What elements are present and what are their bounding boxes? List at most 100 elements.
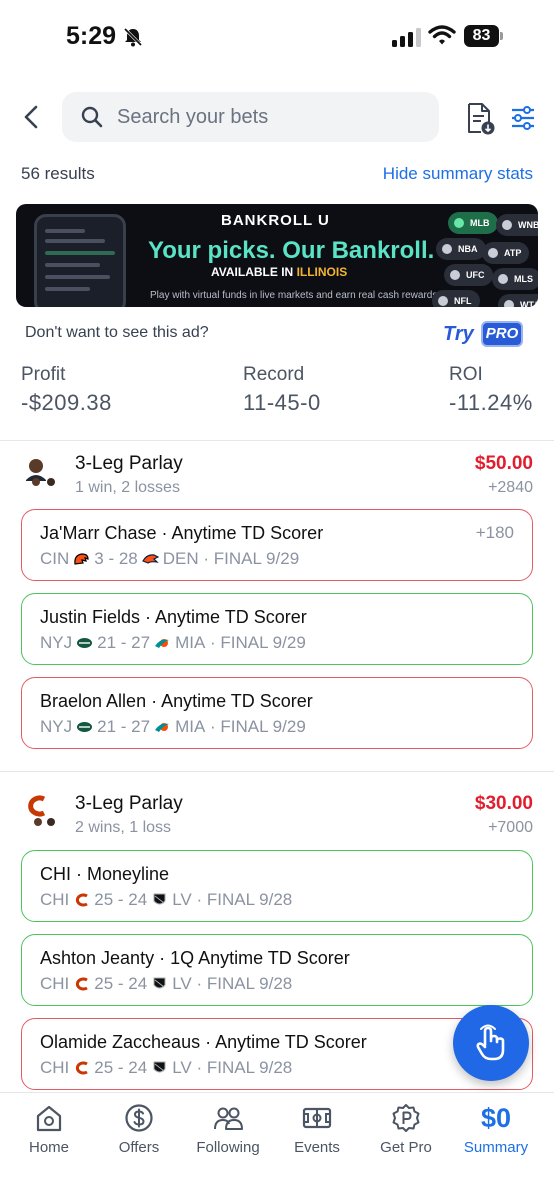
ad-chip-ufc: UFC xyxy=(444,264,493,286)
leg-game-line: CIN 3 - 28 DEN · FINAL 9/29 xyxy=(40,549,299,569)
battery-level: 83 xyxy=(464,25,499,47)
parlay-leg[interactable]: Justin Fields · Anytime TD Scorer NYJ 21… xyxy=(21,593,533,665)
parlay-leg[interactable]: Braelon Allen · Anytime TD Scorer NYJ 21… xyxy=(21,677,533,749)
status-bar: 5:29 83 xyxy=(0,0,554,76)
ad-brand: BANKROLL U xyxy=(221,212,330,229)
leg-odds: +180 xyxy=(475,523,514,542)
bears-logo-icon xyxy=(76,977,89,991)
ad-chip-wnba: WNBA xyxy=(496,214,538,236)
stat-profit-label: Profit xyxy=(21,364,66,385)
status-time: 5:29 xyxy=(66,22,117,50)
raiders-logo-icon xyxy=(153,1061,166,1073)
parlay-stake: $30.00 xyxy=(474,793,533,814)
leg-title: Olamide Zaccheaus · Anytime TD Scorer xyxy=(40,1032,367,1052)
parlay-odds: +2840 xyxy=(488,479,533,496)
player-avatars-icon xyxy=(26,459,55,486)
parlay-record: 1 win, 2 losses xyxy=(75,479,180,496)
filter-settings-icon[interactable] xyxy=(510,104,536,132)
tab-get-pro[interactable]: Get Pro xyxy=(361,1103,451,1163)
team1: CIN xyxy=(40,549,70,568)
parlay-title: 3-Leg Parlay xyxy=(75,793,183,814)
team1: NYJ xyxy=(40,717,73,736)
broncos-logo-icon xyxy=(141,554,159,564)
dolphins-logo-icon xyxy=(155,723,170,732)
tab-label: Get Pro xyxy=(380,1139,432,1156)
game-status: · FINAL 9/29 xyxy=(210,717,306,736)
team1: CHI xyxy=(40,974,70,993)
ad-availability-state: ILLINOIS xyxy=(296,265,348,279)
parlay-header[interactable]: 3-Leg Parlay 1 win, 2 losses $50.00 +284… xyxy=(0,453,554,503)
stadium-icon xyxy=(302,1107,332,1129)
home-icon xyxy=(36,1105,62,1132)
ad-chip-nba: NBA xyxy=(436,238,486,260)
jets-logo-icon xyxy=(77,722,93,732)
battery-tip xyxy=(500,32,503,40)
tab-following[interactable]: Following xyxy=(183,1103,273,1163)
team1: NYJ xyxy=(40,633,73,652)
raiders-logo-icon xyxy=(153,893,166,905)
leg-game-line: CHI 25 - 24 LV · FINAL 9/28 xyxy=(40,974,292,994)
score: 25 - 24 xyxy=(94,974,148,993)
tab-offers[interactable]: Offers xyxy=(94,1103,184,1163)
stat-profit-value: -$209.38 xyxy=(21,390,112,415)
parlay-leg[interactable]: Ja'Marr Chase · Anytime TD Scorer +180 C… xyxy=(21,509,533,581)
dollar-circle-icon xyxy=(125,1104,153,1132)
parlay-leg[interactable]: CHI · Moneyline CHI 25 - 24 LV · FINAL 9… xyxy=(21,850,533,922)
tab-home[interactable]: Home xyxy=(4,1103,94,1163)
raiders-logo-icon xyxy=(153,977,166,989)
hand-tap-icon xyxy=(476,1024,505,1061)
search-bar[interactable] xyxy=(62,92,439,142)
game-status: · FINAL 9/28 xyxy=(196,890,293,909)
ad-phone-image xyxy=(34,214,126,307)
tab-label: Summary xyxy=(463,1139,529,1156)
bell-muted-icon xyxy=(123,27,143,47)
team2: LV xyxy=(172,1058,192,1077)
search-input[interactable] xyxy=(117,92,417,142)
game-status: · FINAL 9/29 xyxy=(210,633,306,652)
bears-logo-icon xyxy=(76,1061,89,1075)
team1: CHI xyxy=(40,1058,70,1077)
tab-summary[interactable]: $0 Summary xyxy=(451,1103,541,1163)
hide-summary-stats-link[interactable]: Hide summary stats xyxy=(383,164,533,184)
jets-logo-icon xyxy=(77,638,93,648)
ad-chip-mls: MLS xyxy=(492,268,538,290)
ad-chip-nfl: NFL xyxy=(432,290,480,307)
tab-bar: Home Offers Following Events Get Pro $0 … xyxy=(0,1092,554,1200)
wifi-icon xyxy=(428,25,456,45)
tab-events[interactable]: Events xyxy=(272,1103,362,1163)
score: 3 - 28 xyxy=(94,549,138,568)
score: 21 - 27 xyxy=(97,717,151,736)
ad-notice: Don't want to see this ad? xyxy=(25,324,209,341)
team-avatars-icon xyxy=(28,795,55,826)
summary-value: $0 xyxy=(480,1103,512,1133)
leg-title: Justin Fields · Anytime TD Scorer xyxy=(40,607,307,627)
leg-game-line: NYJ 21 - 27 MIA · FINAL 9/29 xyxy=(40,717,306,737)
try-label: Try xyxy=(443,323,474,345)
leg-title: Ja'Marr Chase · Anytime TD Scorer xyxy=(40,523,324,543)
export-report-icon[interactable] xyxy=(465,102,497,136)
team2: DEN xyxy=(162,549,199,568)
stat-roi-value: -11.24% xyxy=(449,390,533,415)
dolphins-logo-icon xyxy=(155,639,170,648)
game-status: · FINAL 9/28 xyxy=(196,974,293,993)
section-divider xyxy=(0,771,554,772)
leg-title: Ashton Jeanty · 1Q Anytime TD Scorer xyxy=(40,948,350,968)
leg-title: Braelon Allen · Anytime TD Scorer xyxy=(40,691,313,711)
team2: MIA xyxy=(175,633,206,652)
stat-roi: ROI -11.24% xyxy=(449,364,533,416)
team2: LV xyxy=(172,890,192,909)
ad-chip-mlb: MLB xyxy=(448,212,498,234)
game-status: · FINAL 9/28 xyxy=(196,1058,293,1077)
stat-roi-label: ROI xyxy=(449,364,483,385)
leg-game-line: CHI 25 - 24 LV · FINAL 9/28 xyxy=(40,890,292,910)
pro-badge-icon xyxy=(392,1104,420,1132)
back-icon[interactable] xyxy=(18,103,46,131)
tab-label: Events xyxy=(294,1139,340,1156)
parlay-header[interactable]: 3-Leg Parlay 2 wins, 1 loss $30.00 +7000 xyxy=(0,793,554,843)
parlay-leg[interactable]: Ashton Jeanty · 1Q Anytime TD Scorer CHI… xyxy=(21,934,533,1006)
tap-action-button[interactable] xyxy=(453,1005,529,1081)
team2: LV xyxy=(172,974,192,993)
parlay-stake: $50.00 xyxy=(474,453,533,474)
score: 25 - 24 xyxy=(94,1058,148,1077)
ad-banner[interactable]: BANKROLL U Your picks. Our Bankroll. AVA… xyxy=(16,204,538,307)
